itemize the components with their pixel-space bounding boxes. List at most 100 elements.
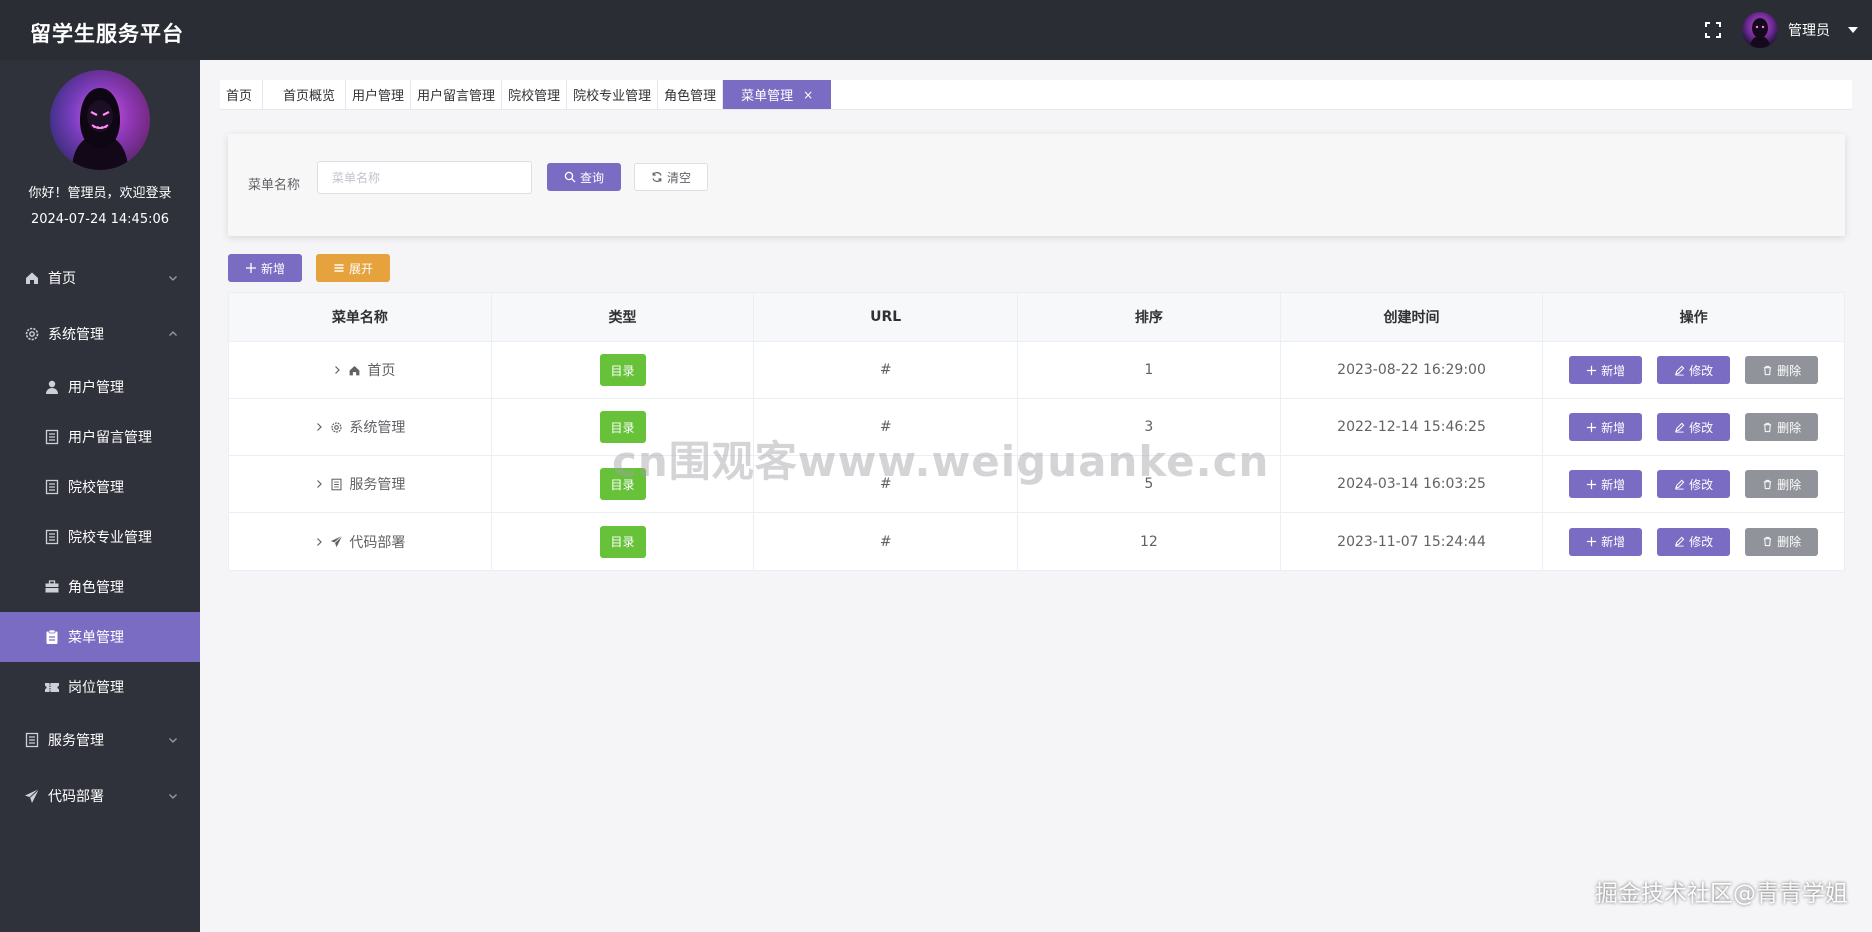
sidebar-item-deploy[interactable]: 代码部署 (0, 768, 200, 824)
row-delete-button[interactable]: 删除 (1745, 356, 1819, 384)
row-add-label: 新增 (1601, 477, 1626, 492)
tab-overview[interactable]: 首页概览 (263, 80, 347, 109)
row-add-button[interactable]: 新增 (1569, 470, 1643, 498)
row-edit-button[interactable]: 修改 (1657, 527, 1731, 556)
login-time: 2024-07-24 14:45:06 (30, 212, 170, 227)
table-row[interactable]: 系统管理 目录 # 3 2022-12-14 15:46:25 新增 修改 删除 (229, 399, 1844, 456)
column-header[interactable]: URL (754, 293, 1019, 341)
tab-message-management[interactable]: 用户留言管理 (411, 80, 503, 109)
document-icon (44, 479, 60, 495)
type-tag: 目录 (599, 411, 646, 443)
tab-major-management[interactable]: 院校专业管理 (567, 80, 659, 109)
tab-school-management[interactable]: 院校管理 (502, 80, 568, 109)
actions-cell: 新增 修改 删除 (1543, 513, 1844, 570)
chevron-right-icon[interactable] (314, 479, 324, 489)
clear-button[interactable]: 清空 (634, 163, 708, 191)
row-edit-button[interactable]: 修改 (1657, 413, 1731, 441)
row-add-button[interactable]: 新增 (1569, 413, 1643, 441)
menu-name-search-input[interactable] (317, 161, 532, 194)
tab-role-management[interactable]: 角色管理 (658, 80, 724, 109)
plus-icon (1587, 479, 1597, 489)
send-icon (24, 788, 40, 804)
sidebar-item-home[interactable]: 首页 (0, 250, 200, 306)
sidebar-item-label: 代码部署 (48, 789, 104, 805)
chevron-down-icon (168, 791, 178, 801)
ticket-icon (44, 679, 60, 695)
trash-icon (1763, 422, 1772, 432)
column-header[interactable]: 排序 (1018, 293, 1281, 341)
profile-avatar (50, 70, 150, 170)
row-add-button[interactable]: 新增 (1569, 527, 1643, 556)
clipboard-icon (44, 629, 60, 645)
sidebar-item-system[interactable]: 系统管理 (0, 306, 200, 362)
chevron-right-icon[interactable] (332, 365, 342, 375)
trash-icon (1763, 479, 1772, 489)
sidebar-item-label: 用户管理 (68, 380, 124, 396)
chevron-right-icon[interactable] (314, 422, 324, 432)
sidebar-item-school-management[interactable]: 院校管理 (0, 462, 200, 512)
type-cell: 目录 (492, 342, 755, 398)
table-row[interactable]: 首页 目录 # 1 2023-08-22 16:29:00 新增 修改 删除 (229, 342, 1844, 399)
trash-icon (1763, 536, 1772, 547)
row-delete-button[interactable]: 删除 (1745, 470, 1819, 498)
url-cell: # (754, 399, 1019, 455)
menu-name: 服务管理 (349, 477, 406, 493)
row-edit-button[interactable]: 修改 (1657, 356, 1731, 384)
tab-user-management[interactable]: 用户管理 (346, 80, 412, 109)
menu-name: 首页 (367, 363, 396, 379)
home-icon (24, 270, 40, 286)
column-header[interactable]: 创建时间 (1281, 293, 1544, 341)
header-avatar[interactable] (1742, 12, 1778, 48)
sidebar-item-label: 院校管理 (68, 480, 124, 496)
close-icon[interactable]: × (803, 88, 813, 102)
plus-icon (1587, 422, 1597, 432)
tabs-bar: 首页 首页概览 用户管理 用户留言管理 院校管理 院校专业管理 角色管理 菜单管… (220, 80, 1852, 110)
sidebar-item-label: 院校专业管理 (68, 530, 152, 546)
order-cell: 5 (1018, 456, 1281, 512)
sidebar-item-label: 角色管理 (68, 580, 124, 596)
url-cell: # (754, 342, 1019, 398)
column-header[interactable]: 类型 (492, 293, 755, 341)
chevron-down-icon (168, 273, 178, 283)
gear-icon (24, 326, 40, 342)
sidebar-item-service[interactable]: 服务管理 (0, 712, 200, 768)
row-add-label: 新增 (1601, 420, 1626, 435)
column-header[interactable]: 操作 (1543, 293, 1844, 341)
order-cell: 1 (1018, 342, 1281, 398)
chevron-right-icon[interactable] (314, 537, 324, 547)
row-edit-label: 修改 (1689, 535, 1714, 549)
row-edit-label: 修改 (1689, 477, 1714, 492)
sidebar-item-role-management[interactable]: 角色管理 (0, 562, 200, 612)
row-edit-button[interactable]: 修改 (1657, 470, 1731, 498)
tab-menu-management[interactable]: 菜单管理 × (723, 80, 832, 109)
table-row[interactable]: 服务管理 目录 # 5 2024-03-14 16:03:25 新增 修改 删除 (229, 456, 1844, 513)
name-wrap: 服务管理 (314, 474, 405, 494)
sidebar-item-major-management[interactable]: 院校专业管理 (0, 512, 200, 562)
type-tag: 目录 (599, 354, 646, 386)
query-button[interactable]: 查询 (547, 163, 621, 191)
table-row[interactable]: 代码部署 目录 # 12 2023-11-07 15:24:44 新增 修改 删… (229, 513, 1844, 570)
row-delete-button[interactable]: 删除 (1745, 527, 1819, 556)
sidebar-item-label: 岗位管理 (68, 680, 124, 696)
gear-icon (331, 421, 342, 433)
name-cell: 首页 (229, 342, 492, 398)
add-menu-button[interactable]: 新增 (228, 254, 302, 282)
sidebar-item-message-management[interactable]: 用户留言管理 (0, 412, 200, 462)
sidebar-item-menu-management[interactable]: 菜单管理 (0, 612, 200, 662)
row-delete-button[interactable]: 删除 (1745, 413, 1819, 441)
user-icon (44, 379, 60, 395)
edit-icon (1675, 479, 1685, 490)
chevron-down-icon[interactable] (1848, 27, 1858, 33)
sidebar-item-post-management[interactable]: 岗位管理 (0, 662, 200, 712)
type-tag: 目录 (599, 525, 646, 558)
column-header[interactable]: 菜单名称 (229, 293, 492, 341)
fullscreen-icon[interactable] (1704, 21, 1722, 39)
expand-all-button[interactable]: 展开 (316, 254, 390, 282)
main-content: 首页 首页概览 用户管理 用户留言管理 院校管理 院校专业管理 角色管理 菜单管… (200, 60, 1872, 932)
sidebar-item-user-management[interactable]: 用户管理 (0, 362, 200, 412)
row-add-button[interactable]: 新增 (1569, 356, 1643, 384)
header-username[interactable]: 管理员 (1788, 20, 1830, 40)
tab-home[interactable]: 首页 (220, 80, 264, 109)
plus-icon (1587, 536, 1597, 547)
search-panel: 菜单名称 查询 清空 (228, 134, 1845, 236)
